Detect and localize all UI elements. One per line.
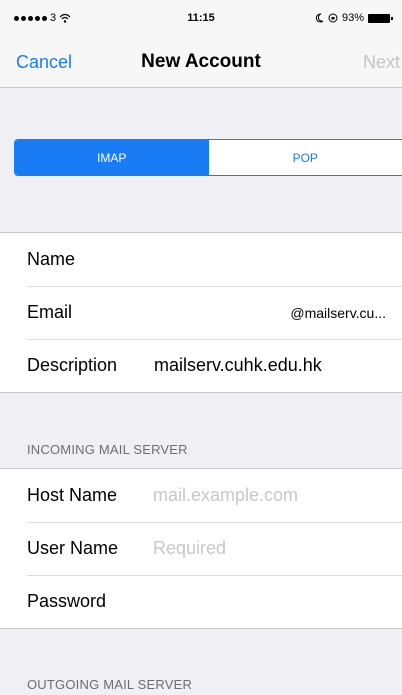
incoming-server-group: Host Name mail.example.com User Name Req…: [0, 468, 402, 629]
email-row[interactable]: Email @mailserv.cu...: [0, 286, 402, 339]
rotation-lock-icon: [328, 13, 338, 23]
segment-imap[interactable]: IMAP: [15, 140, 209, 175]
description-row[interactable]: Description mailserv.cuhk.edu.hk: [0, 339, 402, 392]
status-bar: 3 11:15 93%: [0, 0, 402, 40]
host-name-row[interactable]: Host Name mail.example.com: [0, 469, 402, 522]
user-name-row[interactable]: User Name Required: [0, 522, 402, 575]
host-name-input[interactable]: mail.example.com: [153, 485, 298, 506]
email-value[interactable]: @mailserv.cu...: [290, 305, 386, 321]
password-row[interactable]: Password: [0, 575, 402, 628]
description-value[interactable]: mailserv.cuhk.edu.hk: [154, 355, 322, 376]
host-name-label: Host Name: [27, 485, 118, 505]
description-label: Description: [27, 355, 118, 375]
name-row[interactable]: Name: [0, 233, 402, 286]
account-type-segmented-control: IMAP POP: [14, 139, 402, 176]
battery-percent: 93%: [341, 12, 364, 24]
email-label: Email: [27, 302, 73, 322]
navigation-bar: Cancel New Account Next: [0, 40, 402, 88]
password-label: Password: [27, 591, 107, 611]
account-details-group: Name Email @mailserv.cu... Description m…: [0, 232, 402, 393]
name-label: Name: [27, 249, 76, 269]
segment-pop[interactable]: POP: [209, 140, 402, 175]
cancel-button[interactable]: Cancel: [16, 52, 72, 73]
moon-icon: [315, 13, 324, 23]
user-name-input[interactable]: Required: [153, 538, 226, 559]
status-right: 93%: [315, 12, 393, 24]
next-button[interactable]: Next: [363, 52, 400, 73]
user-name-label: User Name: [27, 538, 119, 558]
battery-icon: [368, 13, 393, 23]
outgoing-mail-server-header: OUTGOING MAIL SERVER: [27, 677, 193, 692]
incoming-mail-server-header: INCOMING MAIL SERVER: [27, 442, 188, 457]
